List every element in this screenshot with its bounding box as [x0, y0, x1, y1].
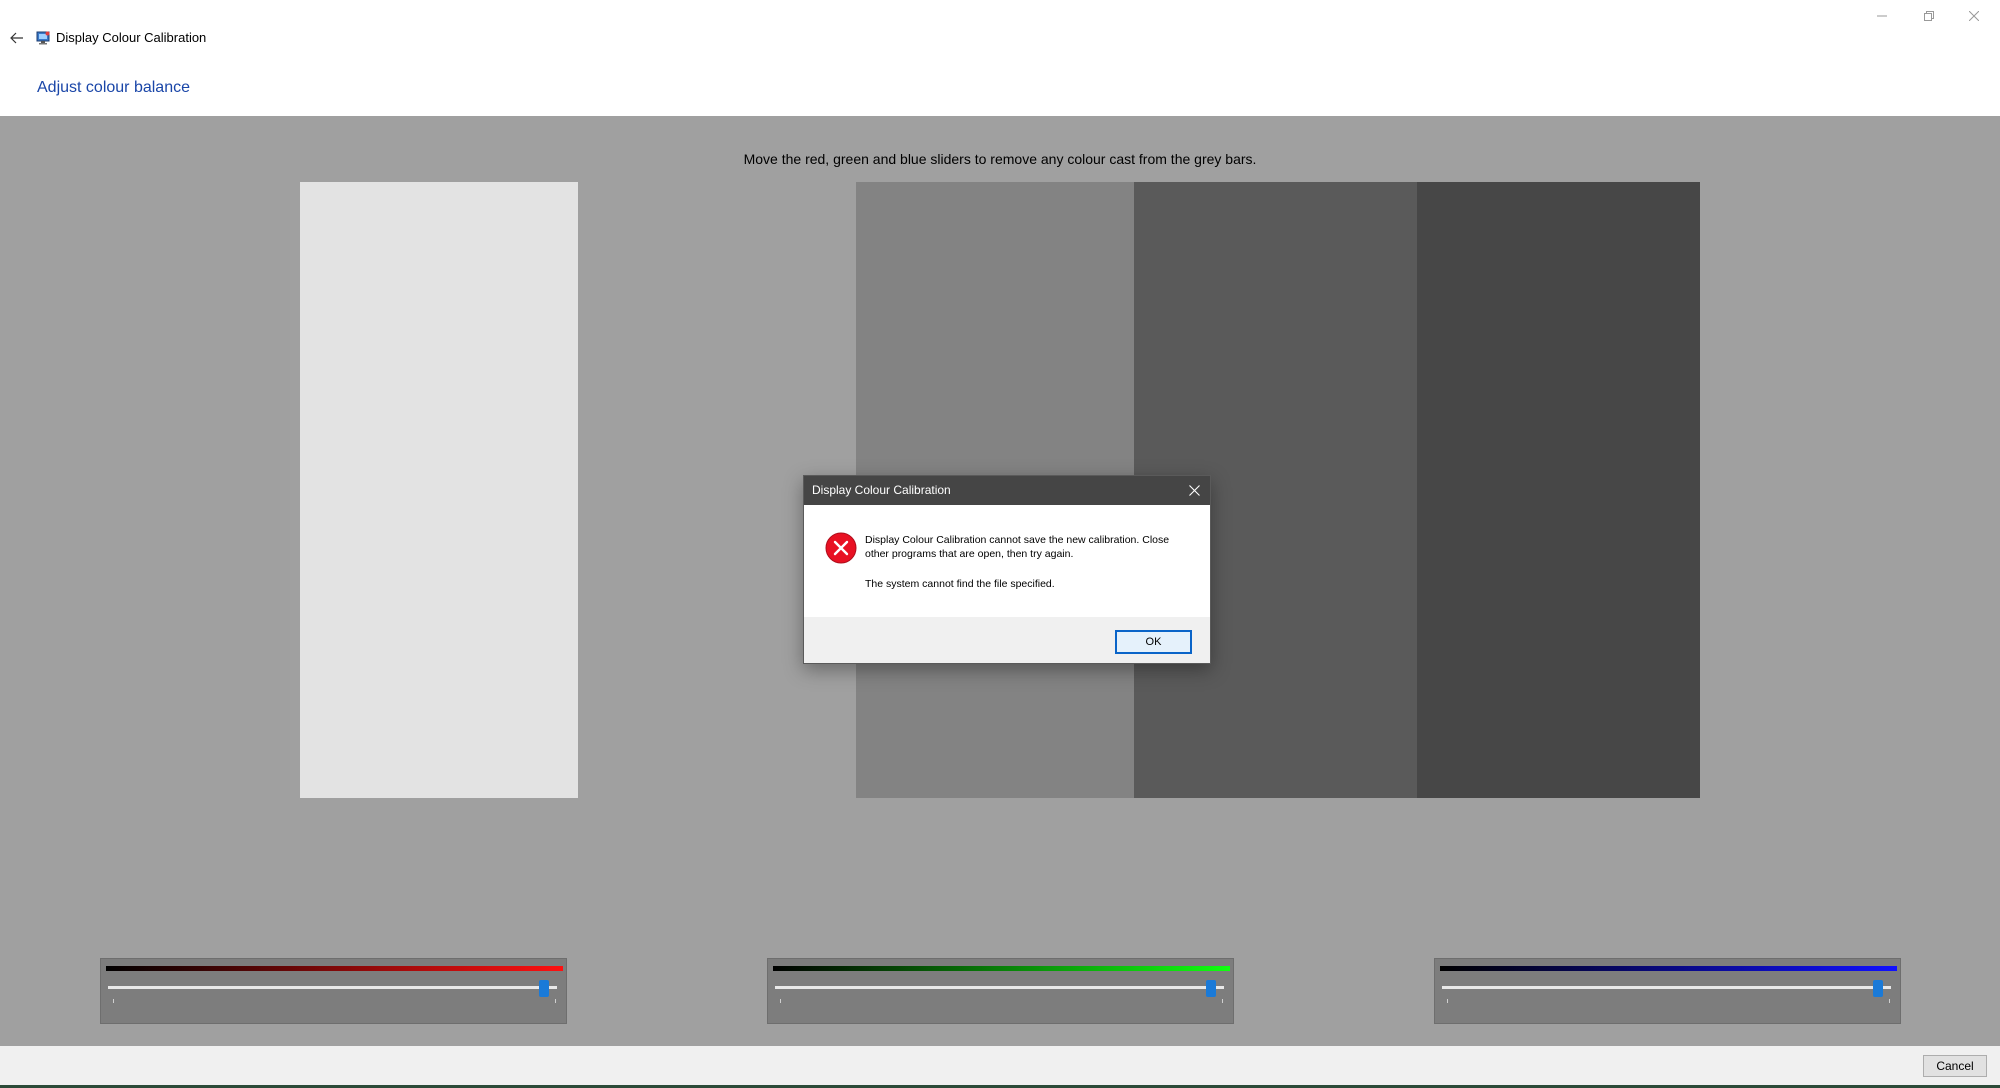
red-gradient-bar — [106, 966, 563, 971]
error-dialog: Display Colour Calibration Display Colou… — [803, 475, 1211, 664]
slider-tick — [113, 999, 114, 1003]
blue-slider-panel — [1434, 958, 1901, 1024]
dialog-title: Display Colour Calibration — [812, 483, 951, 497]
minimize-button[interactable] — [1860, 4, 1904, 28]
arrow-left-icon — [10, 32, 23, 44]
page-heading: Adjust colour balance — [37, 79, 190, 96]
app-icon — [36, 30, 51, 45]
green-slider-thumb[interactable] — [1205, 980, 1216, 997]
restore-button[interactable] — [1907, 4, 1951, 28]
green-slider-track[interactable] — [775, 986, 1224, 989]
back-button[interactable] — [4, 26, 30, 50]
grey-bar — [300, 182, 578, 798]
slider-tick — [1447, 999, 1448, 1003]
dialog-footer: OK — [804, 617, 1210, 663]
footer-bar: Cancel — [0, 1046, 2000, 1088]
slider-tick — [780, 999, 781, 1003]
dialog-detail: The system cannot find the file specifie… — [865, 578, 1055, 590]
dialog-title-bar: Display Colour Calibration — [804, 476, 1210, 505]
blue-slider-track[interactable] — [1442, 986, 1891, 989]
close-icon — [1188, 484, 1200, 496]
window-title: Display Colour Calibration — [56, 30, 207, 45]
green-slider-panel — [767, 958, 1234, 1024]
blue-gradient-bar — [1440, 966, 1897, 971]
instructions-text: Move the red, green and blue sliders to … — [743, 151, 1257, 167]
cancel-button[interactable]: Cancel — [1923, 1055, 1987, 1077]
blue-slider-thumb[interactable] — [1872, 980, 1883, 997]
calibration-window: Display Colour Calibration Adjust colour… — [0, 0, 2000, 1088]
minimize-icon — [1877, 15, 1887, 17]
close-button[interactable] — [1952, 4, 1996, 28]
red-slider-thumb[interactable] — [538, 980, 549, 997]
dialog-close-button[interactable] — [1182, 479, 1206, 501]
red-slider-panel — [100, 958, 567, 1024]
restore-icon — [1924, 11, 1934, 21]
green-gradient-bar — [773, 966, 1230, 971]
error-icon — [825, 532, 857, 564]
grey-bar — [1417, 182, 1700, 798]
slider-tick — [1222, 999, 1223, 1003]
red-slider-track[interactable] — [108, 986, 557, 989]
ok-button[interactable]: OK — [1115, 630, 1192, 654]
slider-tick — [555, 999, 556, 1003]
dialog-message: Display Colour Calibration cannot save t… — [865, 534, 1170, 560]
title-bar: Display Colour Calibration — [0, 0, 2000, 70]
slider-tick — [1889, 999, 1890, 1003]
close-icon — [1969, 11, 1979, 21]
